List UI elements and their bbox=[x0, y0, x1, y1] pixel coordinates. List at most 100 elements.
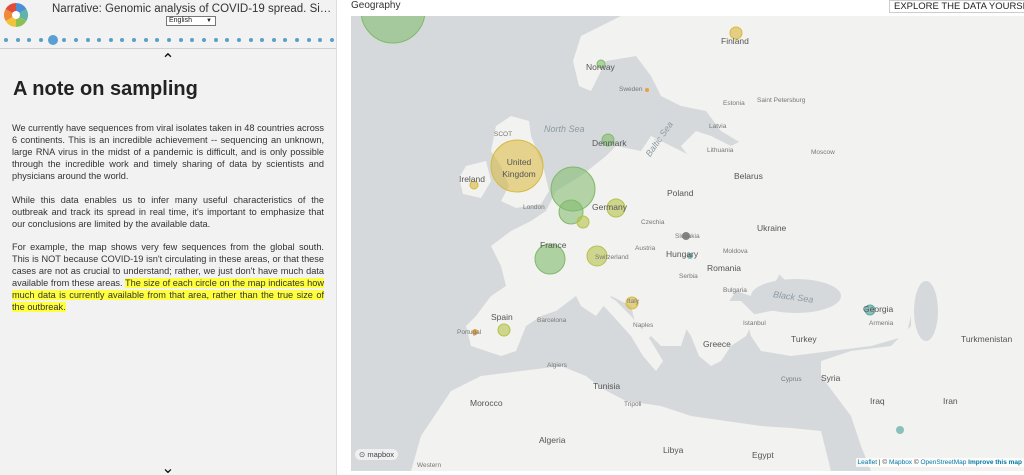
map-label-serbia: Serbia bbox=[679, 273, 698, 280]
mapbox-link[interactable]: Mapbox bbox=[889, 459, 912, 466]
narrative-panel: Narrative: Genomic analysis of COVID-19 … bbox=[0, 0, 337, 475]
map-label-poland: Poland bbox=[667, 188, 694, 198]
progress-dot[interactable] bbox=[330, 38, 334, 42]
progress-dot[interactable] bbox=[306, 38, 311, 42]
explore-data-button[interactable]: EXPLORE THE DATA YOURSELF bbox=[889, 0, 1024, 13]
progress-dot[interactable] bbox=[260, 38, 265, 42]
map-label-naples: Naples bbox=[633, 322, 654, 329]
map-label-egypt: Egypt bbox=[752, 450, 774, 460]
progress-dot[interactable] bbox=[213, 38, 218, 42]
map-label-armenia: Armenia bbox=[869, 320, 894, 327]
progress-dot[interactable] bbox=[97, 38, 102, 42]
language-select-value: English bbox=[169, 17, 192, 24]
map-label-latvia: Latvia bbox=[709, 123, 727, 130]
map-label-norway: Norway bbox=[586, 62, 615, 72]
progress-dot[interactable] bbox=[62, 38, 67, 42]
progress-dot[interactable] bbox=[167, 38, 171, 42]
map-label-scotland: SCOT bbox=[494, 131, 513, 138]
progress-dot[interactable] bbox=[4, 38, 8, 42]
map-label-belarus: Belarus bbox=[734, 171, 763, 181]
map-label-tunisia: Tunisia bbox=[593, 381, 621, 391]
app-root: Narrative: Genomic analysis of COVID-19 … bbox=[0, 0, 1024, 475]
map-label-cyprus: Cyprus bbox=[781, 376, 802, 383]
progress-dot[interactable] bbox=[318, 38, 323, 42]
geography-map[interactable]: Finland Norway Sweden Estonia Latvia Lit… bbox=[351, 16, 1024, 471]
map-label-romania: Romania bbox=[707, 263, 742, 273]
map-label-hungary: Hungary bbox=[666, 249, 699, 259]
chevron-down-icon[interactable]: ⌄ bbox=[158, 461, 178, 475]
progress-dot[interactable] bbox=[248, 38, 253, 42]
map-label-finland: Finland bbox=[721, 36, 749, 46]
map-label-spain: Spain bbox=[491, 312, 513, 322]
language-select[interactable]: English ▼ bbox=[166, 16, 216, 26]
progress-dot-active[interactable] bbox=[47, 35, 58, 45]
map-label-algiers: Algiers bbox=[547, 362, 567, 369]
progress-dot[interactable] bbox=[27, 38, 32, 42]
map-attribution: Leaflet | © Mapbox © OpenStreetMap Impro… bbox=[855, 458, 1024, 467]
map-label-greece: Greece bbox=[703, 339, 731, 349]
map-label-istanbul: Istanbul bbox=[743, 320, 766, 327]
map-label-western: Western bbox=[417, 462, 442, 469]
progress-dot[interactable] bbox=[108, 38, 113, 42]
mapbox-logo-text: mapbox bbox=[367, 450, 395, 459]
paragraph-1: We currently have sequences from viral i… bbox=[12, 123, 324, 181]
progress-dot[interactable] bbox=[38, 38, 43, 42]
progress-dot[interactable] bbox=[15, 38, 20, 42]
map-label-stpetersburg: Saint Petersburg bbox=[757, 97, 806, 104]
paragraph-3: For example, the map shows very few sequ… bbox=[12, 241, 324, 313]
narrative-title: Narrative: Genomic analysis of COVID-19 … bbox=[52, 3, 334, 15]
map-label-turkmenistan: Turkmenistan bbox=[961, 334, 1013, 344]
progress-dot[interactable] bbox=[155, 38, 160, 42]
progress-dot[interactable] bbox=[271, 38, 276, 42]
chevron-down-icon: ▼ bbox=[206, 18, 212, 24]
narrative-progress-dots bbox=[4, 33, 334, 47]
map-label-france: France bbox=[540, 240, 567, 250]
map-label-london: London bbox=[523, 204, 545, 211]
progress-dot[interactable] bbox=[283, 38, 288, 42]
chevron-up-icon[interactable]: ⌃ bbox=[158, 53, 178, 69]
map-label-czechia: Czechia bbox=[641, 219, 665, 226]
map-label-portugal: Portugal bbox=[457, 329, 482, 336]
map-label-morocco: Morocco bbox=[470, 398, 503, 408]
map-label-austria: Austria bbox=[635, 245, 656, 252]
progress-dot[interactable] bbox=[236, 38, 241, 42]
progress-dot[interactable] bbox=[132, 38, 137, 42]
map-label-slovakia: Slovakia bbox=[675, 233, 700, 240]
improve-map-link[interactable]: Improve this map bbox=[968, 459, 1022, 466]
map-label-switzerland: Switzerland bbox=[595, 254, 629, 261]
map-label-tripoli: Tripoli bbox=[624, 401, 642, 408]
map-label-barcelona: Barcelona bbox=[537, 317, 567, 324]
progress-dot[interactable] bbox=[178, 38, 183, 42]
paragraph-2: While this data enables us to infer many… bbox=[12, 195, 324, 229]
progress-dot[interactable] bbox=[190, 38, 195, 42]
progress-dot[interactable] bbox=[85, 38, 90, 42]
progress-dot[interactable] bbox=[143, 38, 148, 42]
map-label-moscow: Moscow bbox=[811, 149, 835, 156]
attribution-separator: | © bbox=[877, 459, 889, 466]
map-label-turkey: Turkey bbox=[791, 334, 817, 344]
progress-dot[interactable] bbox=[73, 38, 78, 42]
map-label-ireland: Ireland bbox=[459, 174, 485, 184]
progress-dot[interactable] bbox=[225, 38, 230, 42]
divider bbox=[0, 48, 336, 49]
mapbox-logo-icon[interactable]: ⊙ mapbox bbox=[355, 449, 399, 460]
map-label-sweden: Sweden bbox=[619, 86, 643, 93]
map-label-algeria: Algeria bbox=[539, 435, 566, 445]
openstreetmap-link[interactable]: OpenStreetMap bbox=[920, 459, 966, 466]
geography-label: Geography bbox=[351, 0, 401, 11]
leaflet-link[interactable]: Leaflet bbox=[858, 459, 878, 466]
map-label-libya: Libya bbox=[663, 445, 684, 455]
progress-dot[interactable] bbox=[201, 38, 206, 42]
map-label-ukraine: Ukraine bbox=[757, 223, 787, 233]
map-label-syria: Syria bbox=[821, 373, 841, 383]
map-basemap bbox=[351, 16, 1024, 471]
map-label-iran: Iran bbox=[943, 396, 958, 406]
section-heading: A note on sampling bbox=[13, 78, 198, 100]
map-label-italy: Italy bbox=[627, 298, 639, 305]
nextstrain-logo-icon[interactable] bbox=[2, 2, 30, 28]
map-label-georgia: Georgia bbox=[863, 304, 894, 314]
progress-dot[interactable] bbox=[295, 38, 300, 42]
progress-dot[interactable] bbox=[120, 38, 125, 42]
map-label-denmark: Denmark bbox=[592, 138, 627, 148]
map-label-estonia: Estonia bbox=[723, 100, 745, 107]
